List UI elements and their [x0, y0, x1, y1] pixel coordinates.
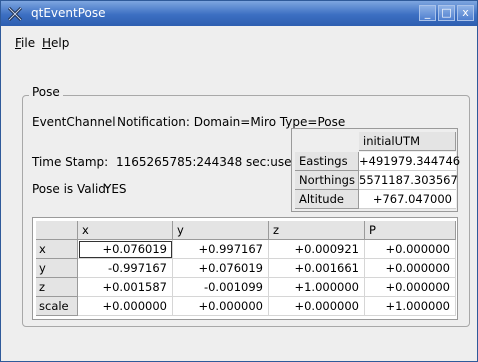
matrix-cell[interactable]: -0.001099: [173, 278, 269, 297]
matrix-cell[interactable]: +0.076019: [78, 240, 173, 259]
matrix-cell[interactable]: +0.000000: [173, 297, 269, 316]
matrix-column-header-p[interactable]: P: [365, 221, 456, 240]
matrix-cell[interactable]: +0.001661: [269, 259, 365, 278]
title-bar[interactable]: qtEventPose _ □ x: [1, 1, 477, 26]
matrix-column-header-y[interactable]: y: [173, 221, 269, 240]
matrix-corner: [36, 221, 78, 240]
matrix-column-header-z[interactable]: z: [269, 221, 365, 240]
window-title: qtEventPose: [31, 6, 106, 20]
pose-matrix-table: x y z P x +0.076019 +0.997167 +0.000921 …: [32, 217, 458, 320]
maximize-button[interactable]: □: [438, 5, 455, 21]
matrix-cell[interactable]: +0.000000: [365, 240, 456, 259]
utm-cell-northings[interactable]: 5571187.303567: [359, 171, 458, 190]
menu-file[interactable]: File: [15, 36, 35, 50]
menu-bar: File Help: [1, 27, 477, 50]
minimize-button[interactable]: _: [419, 5, 436, 21]
app-window: qtEventPose _ □ x File Help Pose EventCh…: [0, 0, 478, 362]
matrix-row-header-z[interactable]: z: [36, 278, 78, 297]
utm-row-header-northings[interactable]: Northings: [295, 171, 359, 190]
pose-valid-value: YES: [104, 182, 127, 196]
pose-group-title: Pose: [29, 85, 63, 99]
close-button[interactable]: x: [457, 5, 474, 21]
utm-cell-eastings[interactable]: +491979.344746: [359, 152, 460, 171]
matrix-cell[interactable]: +0.000000: [365, 278, 456, 297]
matrix-cell[interactable]: +1.000000: [269, 278, 365, 297]
matrix-cell[interactable]: +0.000000: [78, 297, 173, 316]
utm-cell-altitude[interactable]: +767.047000: [359, 190, 456, 209]
matrix-cell[interactable]: +0.001587: [78, 278, 173, 297]
matrix-cell[interactable]: +1.000000: [365, 297, 456, 316]
event-channel-label: EventChannel: [32, 115, 116, 129]
matrix-row-header-y[interactable]: y: [36, 259, 78, 278]
utm-row-header-altitude[interactable]: Altitude: [295, 190, 359, 209]
timestamp-label: Time Stamp:: [32, 155, 109, 169]
matrix-cell[interactable]: +0.000000: [365, 259, 456, 278]
matrix-row-header-x[interactable]: x: [36, 240, 78, 259]
utm-column-header[interactable]: initialUTM: [359, 132, 456, 151]
utm-table: initialUTM Eastings +491979.344746 North…: [291, 128, 460, 212]
utm-row-header-eastings[interactable]: Eastings: [295, 152, 359, 171]
menu-help[interactable]: Help: [42, 36, 69, 50]
x-logo-icon: [7, 6, 23, 22]
matrix-row-header-scale[interactable]: scale: [36, 297, 78, 316]
matrix-cell[interactable]: +0.000000: [269, 297, 365, 316]
matrix-column-header-x[interactable]: x: [78, 221, 173, 240]
matrix-cell[interactable]: +0.000921: [269, 240, 365, 259]
matrix-cell[interactable]: +0.997167: [173, 240, 269, 259]
matrix-cell[interactable]: +0.076019: [173, 259, 269, 278]
matrix-cell[interactable]: -0.997167: [78, 259, 173, 278]
pose-valid-label: Pose is Valid:: [32, 182, 110, 196]
timestamp-value: 1165265785:244348 sec:usec: [116, 155, 299, 169]
event-channel-value: Notification: Domain=Miro Type=Pose: [117, 115, 346, 129]
